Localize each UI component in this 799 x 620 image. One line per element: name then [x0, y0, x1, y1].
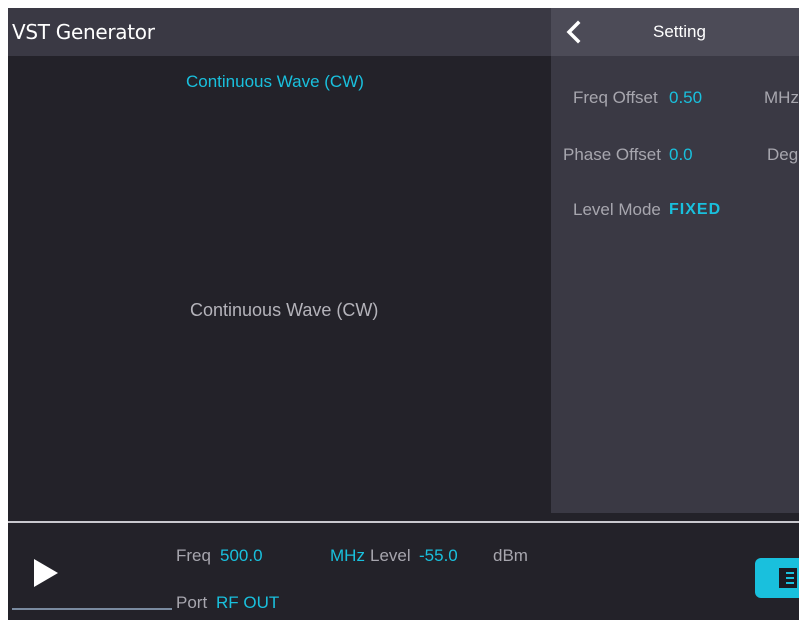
port-label: Port	[176, 593, 208, 612]
app-title: VST Generator	[12, 20, 155, 44]
freq-offset-label: Freq Offset	[573, 88, 658, 107]
level-unit: dBm	[493, 546, 528, 565]
menu-button[interactable]	[755, 558, 799, 598]
freq-offset-value[interactable]: 0.50	[669, 88, 702, 108]
freq-value[interactable]: 500.0	[220, 546, 263, 566]
settings-panel: Setting Freq Offset 0.50 MHz Phase Offse…	[551, 8, 799, 513]
level-mode-value[interactable]: FIXED	[669, 201, 721, 219]
freq-offset-unit: MHz	[764, 88, 799, 107]
level-value[interactable]: -55.0	[419, 546, 458, 566]
chevron-left-icon[interactable]	[563, 18, 585, 46]
settings-header: Setting	[551, 8, 799, 56]
title-bar: VST Generator	[8, 8, 551, 56]
level-mode-label: Level Mode	[573, 200, 661, 219]
mode-center-label: Continuous Wave (CW)	[190, 300, 379, 320]
freq-label: Freq	[176, 546, 211, 565]
freq-unit: MHz	[330, 546, 365, 565]
play-icon[interactable]	[28, 556, 62, 590]
bottom-divider	[8, 521, 799, 523]
vst-generator-app: VST Generator Continuous Wave (CW) Conti…	[8, 8, 799, 620]
level-label: Level	[370, 546, 411, 565]
progress-line	[12, 608, 172, 610]
settings-title: Setting	[653, 22, 706, 41]
phase-offset-value[interactable]: 0.0	[669, 145, 693, 165]
mode-header-label: Continuous Wave (CW)	[186, 72, 364, 91]
phase-offset-unit: Deg	[767, 145, 799, 164]
phase-offset-label: Phase Offset	[563, 145, 661, 164]
menu-list-icon	[779, 568, 797, 588]
port-value[interactable]: RF OUT	[216, 593, 279, 613]
